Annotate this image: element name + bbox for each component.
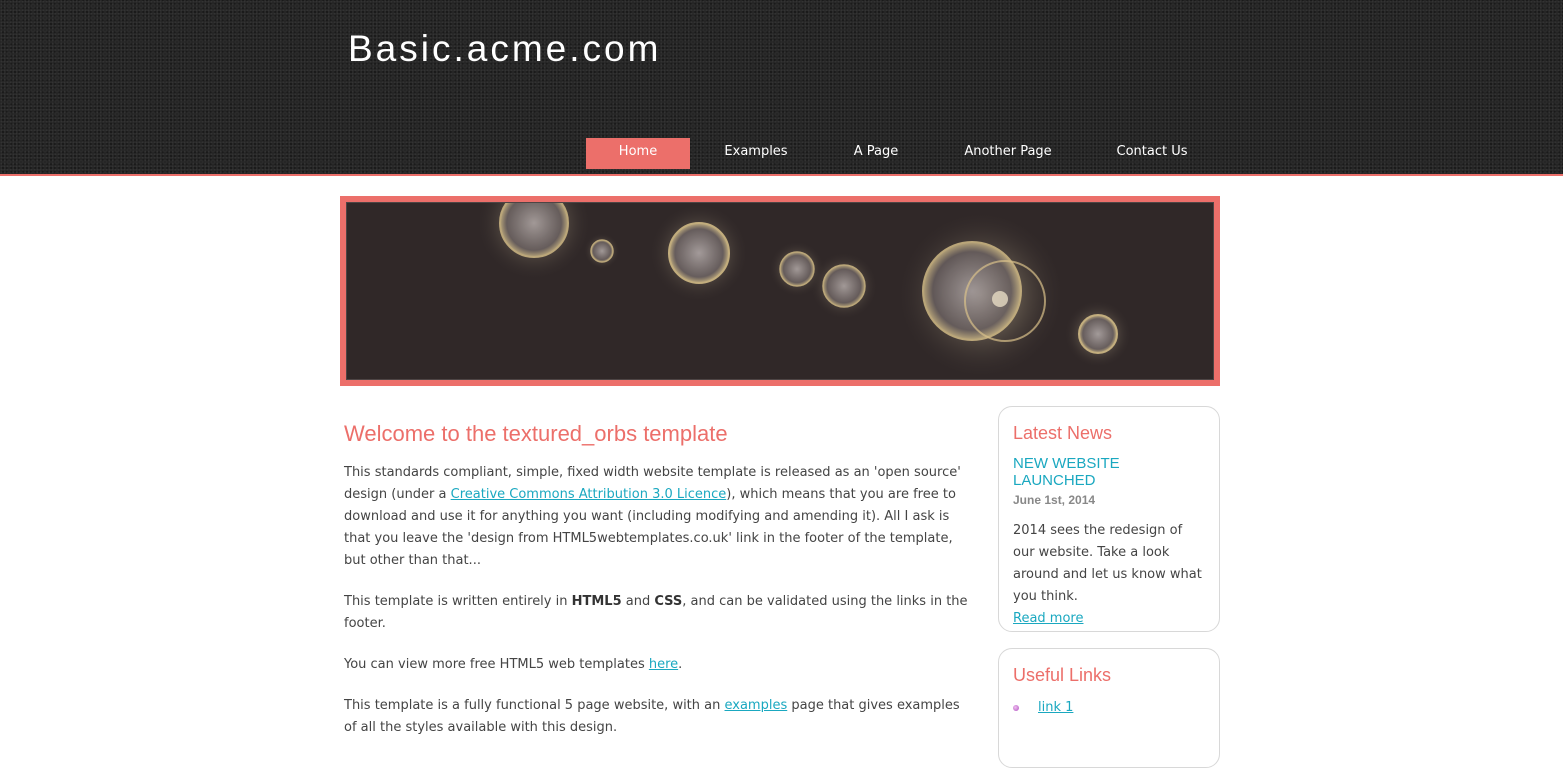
latest-news-box: Latest News NEW WEBSITE LAUNCHED June 1s…	[998, 406, 1220, 632]
orb	[649, 203, 749, 303]
latest-news-heading: Latest News	[1013, 423, 1113, 443]
menu-item-a-page[interactable]: A Page	[822, 138, 930, 169]
bullet-icon	[1013, 705, 1019, 711]
main-menu: Home Examples A Page Another Page Contac…	[586, 138, 1218, 169]
news-text: 2014 sees the redesign of our website. T…	[1013, 523, 1202, 604]
news-body: 2014 sees the redesign of our website. T…	[1013, 520, 1205, 630]
text: and	[621, 594, 655, 609]
page-title: Welcome to the textured_orbs template	[344, 421, 728, 446]
text: .	[678, 657, 683, 672]
useful-links-box: Useful Links link 1	[998, 648, 1220, 768]
text: This template is a fully functional 5 pa…	[344, 698, 725, 713]
banner-image	[346, 202, 1214, 380]
orb	[896, 210, 1066, 379]
orb	[1064, 300, 1132, 368]
menu-item-another-page[interactable]: Another Page	[930, 138, 1086, 169]
useful-links-list: link 1	[1013, 697, 1205, 719]
examples-link[interactable]: examples	[725, 698, 788, 713]
orb	[476, 203, 592, 281]
menu-item-examples[interactable]: Examples	[690, 138, 822, 169]
html5-paragraph: This template is written entirely in HTM…	[344, 591, 968, 635]
news-title: NEW WEBSITE LAUNCHED	[1013, 455, 1120, 489]
bold-text: CSS	[654, 594, 683, 609]
templates-paragraph: You can view more free HTML5 web templat…	[344, 654, 968, 676]
licence-link[interactable]: Creative Commons Attribution 3.0 Licence	[451, 487, 727, 502]
useful-links-heading: Useful Links	[1013, 665, 1112, 685]
link-1[interactable]: link 1	[1038, 700, 1073, 715]
menu-item-contact-us[interactable]: Contact Us	[1086, 138, 1218, 169]
text: You can view more free HTML5 web templat…	[344, 657, 649, 672]
site-header: Basic.acme.com Home Examples A Page Anot…	[0, 0, 1563, 176]
read-more-link[interactable]: Read more	[1013, 611, 1083, 626]
banner	[340, 196, 1220, 386]
main-content: Welcome to the textured_orbs template Th…	[344, 420, 968, 758]
bold-text: HTML5	[571, 594, 622, 609]
orb	[584, 233, 620, 269]
menu-item-home[interactable]: Home	[586, 138, 690, 169]
intro-paragraph: This standards compliant, simple, fixed …	[344, 462, 968, 572]
site-title[interactable]: Basic.acme.com	[348, 28, 661, 70]
news-date: June 1st, 2014	[1013, 493, 1096, 507]
text: This template is written entirely in	[344, 594, 572, 609]
here-link[interactable]: here	[649, 657, 678, 672]
examples-paragraph: This template is a fully functional 5 pa…	[344, 695, 968, 739]
list-item: link 1	[1013, 697, 1205, 719]
orb	[810, 252, 878, 320]
